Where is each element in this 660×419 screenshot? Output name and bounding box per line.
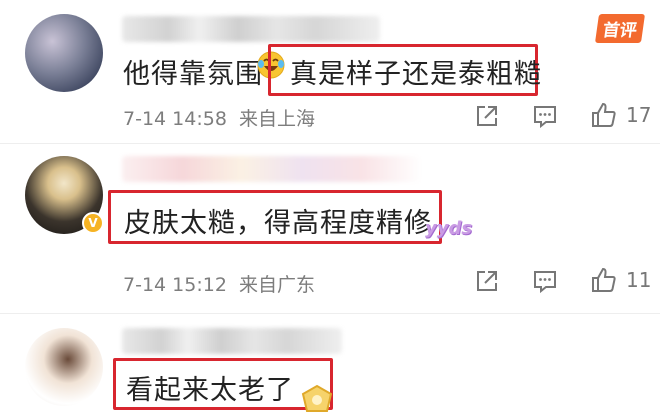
comment-meta: 7-14 14:58 来自上海	[123, 104, 315, 131]
comment-icon	[534, 106, 556, 129]
reply-button[interactable]	[532, 268, 558, 294]
comment-text-highlight: 看起来太老了	[126, 375, 294, 406]
divider	[0, 143, 660, 144]
comment-text-highlight: 皮肤太糙，得高程度精修	[124, 208, 432, 239]
reply-button[interactable]	[532, 103, 558, 129]
comment-text-plain: 他得靠氛围	[123, 59, 263, 90]
comment-text: 他得靠氛围	[123, 52, 263, 91]
share-button[interactable]	[474, 103, 500, 129]
avatar[interactable]	[25, 328, 103, 406]
share-icon	[477, 271, 497, 291]
divider	[0, 313, 660, 314]
comment-location: 来自上海	[238, 108, 315, 130]
like-button[interactable]: 17	[590, 101, 651, 129]
comment-item: 首评 他得靠氛围 真是样子还是泰粗糙 7-14 14:58 来自上海 17	[0, 0, 660, 140]
comment-meta: 7-14 15:12 来自广东	[123, 270, 315, 297]
like-count: 17	[626, 103, 652, 127]
verified-badge-icon: V	[82, 212, 104, 234]
share-button[interactable]	[474, 268, 500, 294]
share-icon	[477, 106, 497, 126]
comment-time: 7-14 14:58	[123, 108, 227, 130]
username-blurred[interactable]	[122, 328, 342, 354]
comment-icon	[534, 271, 556, 294]
yyds-sticker: yyds	[425, 218, 473, 239]
comment-time: 7-14 15:12	[123, 274, 227, 296]
like-count: 11	[626, 268, 652, 292]
first-comment-badge: 首评	[594, 14, 646, 43]
sticker-icon	[300, 384, 334, 418]
thumbs-up-icon	[592, 267, 616, 292]
comment-location: 来自广东	[238, 274, 315, 296]
comment-text-highlight: 真是样子还是泰粗糙	[290, 59, 542, 90]
username-blurred[interactable]	[122, 16, 380, 42]
thumbs-up-icon	[592, 102, 616, 127]
like-button[interactable]: 11	[590, 266, 651, 294]
username-blurred[interactable]	[122, 156, 422, 182]
avatar[interactable]	[25, 14, 103, 92]
comment-item: 看起来太老了	[0, 316, 660, 419]
comment-item: V 皮肤太糙，得高程度精修 yyds 7-14 15:12 来自广东 11	[0, 146, 660, 302]
